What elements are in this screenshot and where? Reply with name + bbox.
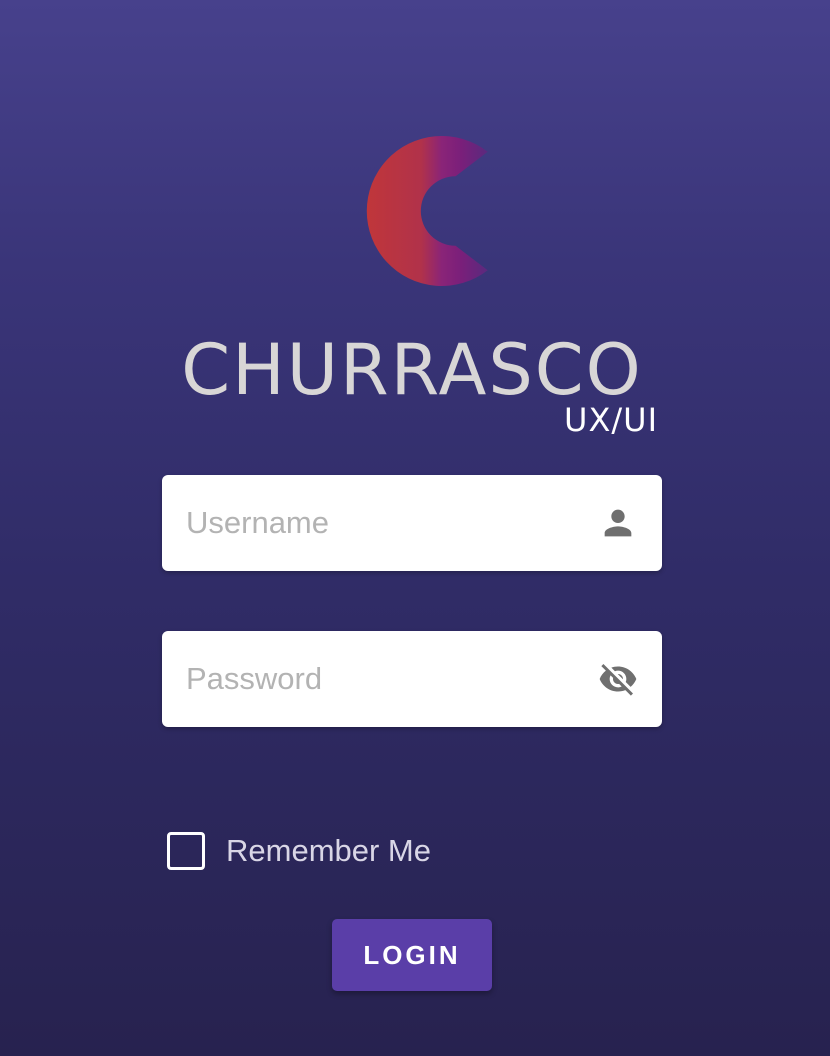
churrasco-logo-icon xyxy=(366,136,488,286)
password-field[interactable] xyxy=(162,631,662,727)
person-icon xyxy=(604,509,632,537)
password-input[interactable] xyxy=(186,631,576,727)
login-button[interactable]: LOGIN xyxy=(332,919,492,991)
username-field[interactable] xyxy=(162,475,662,571)
remember-me[interactable]: Remember Me xyxy=(167,830,431,872)
eye-off-icon[interactable] xyxy=(598,659,638,699)
brand-name: CHURRASCO xyxy=(181,329,643,411)
remember-me-label: Remember Me xyxy=(226,833,431,868)
username-input[interactable] xyxy=(186,475,576,571)
brand-subtitle: UX/UI xyxy=(564,401,658,439)
remember-me-checkbox[interactable] xyxy=(167,832,205,870)
